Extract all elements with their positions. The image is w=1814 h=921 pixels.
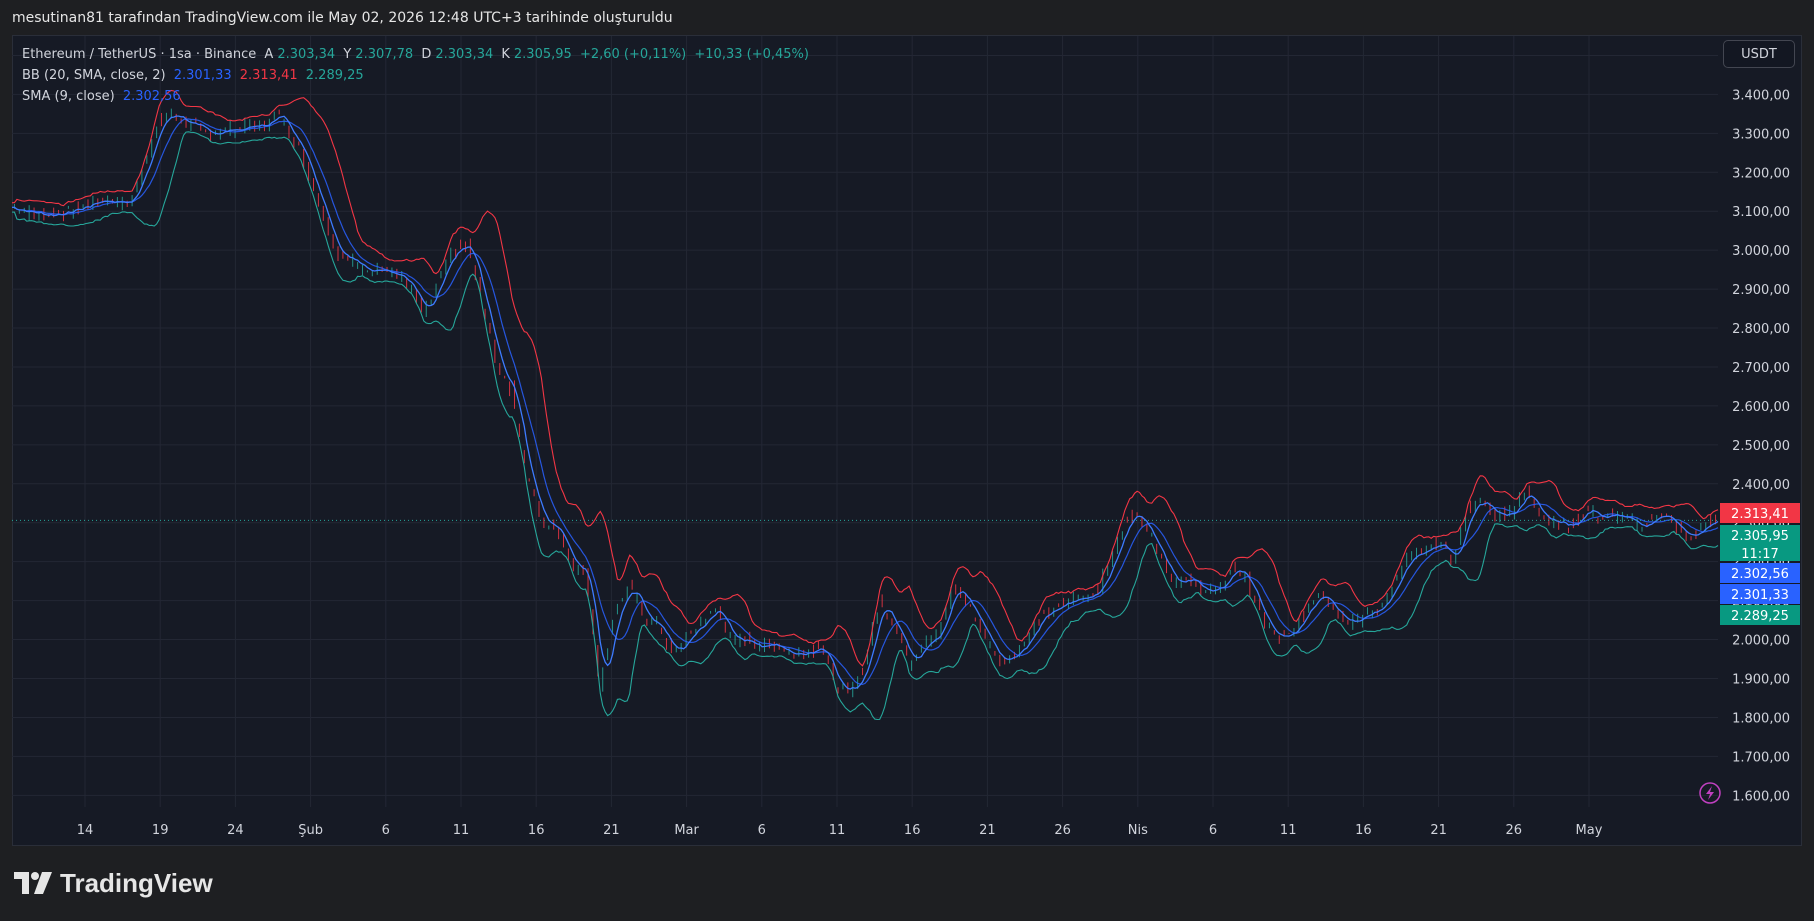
sma-line bbox=[12, 115, 1719, 690]
open-label: A bbox=[264, 47, 274, 62]
price-tag: 2.289,25 bbox=[1720, 605, 1800, 625]
y-tick-label: 3.200,00 bbox=[1732, 166, 1790, 181]
y-tick-label: 2.800,00 bbox=[1732, 322, 1790, 337]
bb-lower-line bbox=[11, 131, 1719, 721]
price-chart[interactable]: 3.500,003.400,003.300,003.200,003.100,00… bbox=[0, 0, 1814, 921]
svg-text:2.289,25: 2.289,25 bbox=[1731, 609, 1789, 624]
price-tag: 2.302,56 bbox=[1720, 563, 1800, 583]
low-label: D bbox=[421, 47, 432, 62]
x-tick-label: 24 bbox=[227, 823, 244, 838]
y-tick-label: 1.900,00 bbox=[1732, 673, 1790, 688]
sma-value: 2.302,56 bbox=[122, 89, 181, 104]
x-tick-label: Şub bbox=[298, 823, 323, 838]
x-tick-label: 16 bbox=[904, 823, 921, 838]
bb-upper-line bbox=[11, 89, 1719, 667]
volume-change-value: +10,33 (+0,45%) bbox=[694, 47, 809, 62]
change-value: +2,60 (+0,11%) bbox=[579, 47, 687, 62]
sma-label: SMA (9, close) bbox=[22, 89, 115, 104]
svg-text:2.302,56: 2.302,56 bbox=[1731, 567, 1789, 582]
x-tick-label: 6 bbox=[758, 823, 766, 838]
brand-name: TradingView bbox=[60, 867, 213, 898]
high-value: 2.307,78 bbox=[355, 47, 414, 62]
y-tick-label: 2.600,00 bbox=[1732, 400, 1790, 415]
chart-legend: Ethereum / TetherUS · 1sa · Binance A 2.3… bbox=[22, 44, 813, 107]
bb-label: BB (20, SMA, close, 2) bbox=[22, 68, 166, 83]
close-value: 2.305,95 bbox=[513, 47, 572, 62]
bar-countdown: 11:17 bbox=[1741, 547, 1778, 562]
x-tick-label: 26 bbox=[1054, 823, 1071, 838]
y-tick-label: 2.400,00 bbox=[1732, 478, 1790, 493]
tradingview-logo-icon bbox=[14, 872, 52, 894]
high-label: Y bbox=[343, 47, 352, 62]
x-tick-label: 11 bbox=[453, 823, 470, 838]
currency-button[interactable]: USDT bbox=[1723, 40, 1795, 68]
tradingview-logo[interactable]: TradingView bbox=[14, 868, 213, 898]
x-tick-label: 21 bbox=[1430, 823, 1447, 838]
bb-lower-value: 2.289,25 bbox=[305, 68, 364, 83]
price-tag: 2.305,95 11:17 bbox=[1720, 525, 1800, 562]
x-tick-label: 26 bbox=[1506, 823, 1523, 838]
x-tick-label: 14 bbox=[77, 823, 94, 838]
y-tick-label: 2.000,00 bbox=[1732, 634, 1790, 649]
close-label: K bbox=[501, 47, 510, 62]
y-tick-label: 2.900,00 bbox=[1732, 283, 1790, 298]
y-tick-label: 2.500,00 bbox=[1732, 439, 1790, 454]
open-value: 2.303,34 bbox=[277, 47, 336, 62]
y-tick-label: 3.300,00 bbox=[1732, 127, 1790, 142]
svg-text:2.313,41: 2.313,41 bbox=[1731, 507, 1789, 522]
x-tick-label: 11 bbox=[1280, 823, 1297, 838]
x-tick-label: 6 bbox=[382, 823, 390, 838]
y-tick-label: 3.400,00 bbox=[1732, 88, 1790, 103]
x-tick-label: 11 bbox=[829, 823, 846, 838]
price-tag: 2.301,33 bbox=[1720, 584, 1800, 604]
x-tick-label: 21 bbox=[979, 823, 996, 838]
y-tick-label: 3.000,00 bbox=[1732, 244, 1790, 259]
y-tick-label: 1.800,00 bbox=[1732, 711, 1790, 726]
y-tick-label: 1.700,00 bbox=[1732, 750, 1790, 765]
x-tick-label: 6 bbox=[1209, 823, 1217, 838]
bb-indicator-row[interactable]: BB (20, SMA, close, 2) 2.301,33 2.313,41… bbox=[22, 65, 813, 86]
y-tick-label: 2.700,00 bbox=[1732, 361, 1790, 376]
x-tick-label: Nis bbox=[1128, 823, 1148, 838]
x-tick-label: Mar bbox=[674, 823, 699, 838]
sma-indicator-row[interactable]: SMA (9, close) 2.302,56 bbox=[22, 86, 813, 107]
lightning-glyph bbox=[1706, 786, 1714, 800]
bb-basis-line bbox=[12, 118, 1719, 686]
svg-text:2.305,95: 2.305,95 bbox=[1731, 529, 1789, 544]
y-tick-label: 1.600,00 bbox=[1732, 789, 1790, 804]
bb-basis-value: 2.301,33 bbox=[173, 68, 232, 83]
x-tick-label: 19 bbox=[152, 823, 169, 838]
x-tick-label: May bbox=[1576, 823, 1603, 838]
low-value: 2.303,34 bbox=[435, 47, 494, 62]
price-tag: 2.313,41 bbox=[1720, 503, 1800, 523]
x-tick-label: 16 bbox=[1355, 823, 1372, 838]
x-tick-label: 16 bbox=[528, 823, 545, 838]
x-tick-label: 21 bbox=[603, 823, 620, 838]
y-tick-label: 3.100,00 bbox=[1732, 205, 1790, 220]
ohlc-row: Ethereum / TetherUS · 1sa · Binance A 2.3… bbox=[22, 44, 813, 65]
svg-text:2.301,33: 2.301,33 bbox=[1731, 588, 1789, 603]
bb-upper-value: 2.313,41 bbox=[239, 68, 298, 83]
symbol-title[interactable]: Ethereum / TetherUS · 1sa · Binance bbox=[22, 47, 256, 62]
